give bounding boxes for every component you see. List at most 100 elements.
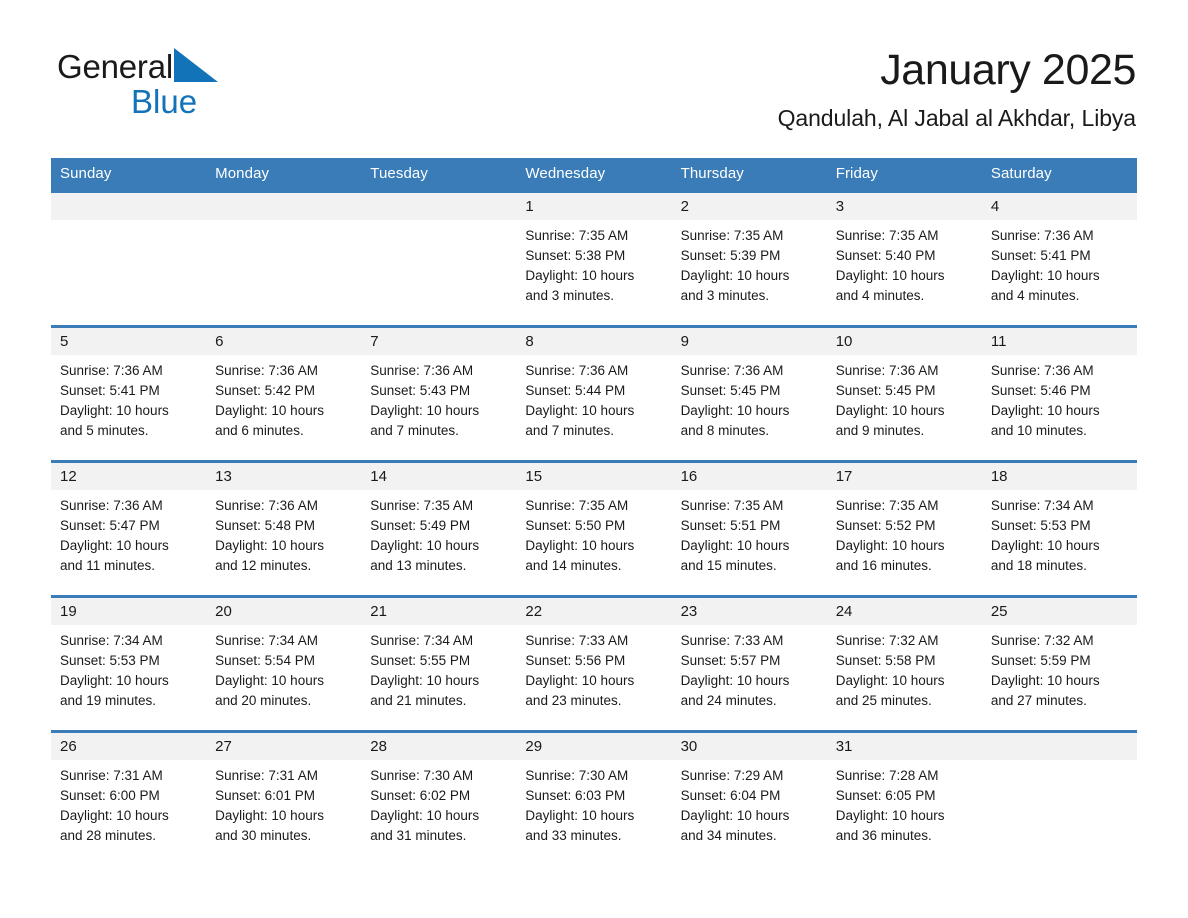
day-number-band: 24 [826, 598, 982, 625]
calendar-day-cell[interactable]: 27 Sunrise: 7:31 AM Sunset: 6:01 PM Dayligh… [206, 730, 362, 865]
calendar-day-cell[interactable]: 16 Sunrise: 7:35 AM Sunset: 5:51 PM Dayligh… [671, 460, 827, 597]
calendar-day-cell[interactable]: 3 Sunrise: 7:35 AM Sunset: 5:40 PM Daylight… [826, 190, 982, 327]
day-number-band: 13 [206, 463, 362, 490]
day-number-band [206, 193, 362, 220]
day-number-band: 20 [206, 598, 362, 625]
daylight-text-line1: Daylight: 10 hours [370, 538, 480, 553]
day-number: 6 [215, 333, 224, 350]
day-number: 31 [835, 738, 853, 755]
day-cell-content: 6 Sunrise: 7:36 AM Sunset: 5:42 PM Daylight… [206, 328, 362, 460]
calendar-day-cell[interactable]: 21 Sunrise: 7:34 AM Sunset: 5:55 PM Dayligh… [361, 595, 517, 732]
day-cell-content: 24 Sunrise: 7:32 AM Sunset: 5:58 PM Dayligh… [826, 598, 982, 730]
calendar-day-cell[interactable]: 17 Sunrise: 7:35 AM Sunset: 5:52 PM Dayligh… [826, 460, 982, 597]
calendar-day-cell[interactable]: 11 Sunrise: 7:36 AM Sunset: 5:46 PM Dayligh… [981, 325, 1137, 462]
daylight-text-line2: and 3 minutes. [680, 288, 770, 303]
day-details: Sunrise: 7:32 AM Sunset: 5:58 PM Daylight:… [827, 625, 982, 711]
calendar-day-cell[interactable]: 9 Sunrise: 7:36 AM Sunset: 5:45 PM Daylight… [671, 325, 827, 462]
daylight-text-line2: and 33 minutes. [525, 828, 622, 843]
calendar-day-cell[interactable]: 30 Sunrise: 7:29 AM Sunset: 6:04 PM Dayligh… [671, 730, 827, 865]
day-details: Sunrise: 7:36 AM Sunset: 5:44 PM Daylight:… [516, 355, 671, 441]
day-cell-content: 4 Sunrise: 7:36 AM Sunset: 5:41 PM Daylight… [981, 193, 1137, 325]
calendar-day-cell[interactable]: 23 Sunrise: 7:33 AM Sunset: 5:57 PM Dayligh… [671, 595, 827, 732]
calendar-day-cell[interactable]: 14 Sunrise: 7:35 AM Sunset: 5:49 PM Dayligh… [361, 460, 517, 597]
calendar-day-cell[interactable]: 28 Sunrise: 7:30 AM Sunset: 6:02 PM Dayligh… [361, 730, 517, 865]
calendar-day-cell-empty [51, 190, 207, 327]
calendar-day-cell[interactable]: 20 Sunrise: 7:34 AM Sunset: 5:54 PM Dayligh… [206, 595, 362, 732]
calendar-day-cell[interactable]: 25 Sunrise: 7:32 AM Sunset: 5:59 PM Dayligh… [981, 595, 1137, 732]
daylight-text-line1: Daylight: 10 hours [990, 673, 1100, 688]
calendar-day-cell[interactable]: 4 Sunrise: 7:36 AM Sunset: 5:41 PM Daylight… [981, 190, 1137, 327]
calendar-day-cell[interactable]: 10 Sunrise: 7:36 AM Sunset: 5:45 PM Dayligh… [826, 325, 982, 462]
daylight-text-line2: and 11 minutes. [60, 558, 156, 573]
daylight-text-line2: and 18 minutes. [990, 558, 1087, 573]
day-number-band: 21 [361, 598, 517, 625]
day-details: Sunrise: 7:34 AM Sunset: 5:53 PM Daylight:… [982, 490, 1137, 576]
day-cell-content: 25 Sunrise: 7:32 AM Sunset: 5:59 PM Dayligh… [981, 598, 1137, 730]
sunrise-text: Sunrise: 7:30 AM [370, 768, 474, 783]
day-number: 5 [60, 333, 69, 350]
day-number-band: 23 [671, 598, 827, 625]
calendar-day-cell[interactable]: 15 Sunrise: 7:35 AM Sunset: 5:50 PM Dayligh… [516, 460, 672, 597]
sunrise-text: Sunrise: 7:33 AM [525, 633, 629, 648]
calendar-day-cell[interactable]: 2 Sunrise: 7:35 AM Sunset: 5:39 PM Daylight… [671, 190, 827, 327]
daylight-text-line2: and 24 minutes. [680, 693, 777, 708]
logo-top-row: General [57, 48, 317, 84]
calendar-day-cell[interactable]: 31 Sunrise: 7:28 AM Sunset: 6:05 PM Dayligh… [826, 730, 982, 865]
calendar-day-cell[interactable]: 13 Sunrise: 7:36 AM Sunset: 5:48 PM Dayligh… [206, 460, 362, 597]
daylight-text-line1: Daylight: 10 hours [835, 403, 945, 418]
day-number-band: 8 [516, 328, 672, 355]
sunrise-text: Sunrise: 7:35 AM [525, 498, 629, 513]
daylight-text-line1: Daylight: 10 hours [370, 403, 480, 418]
day-details: Sunrise: 7:36 AM Sunset: 5:46 PM Daylight:… [982, 355, 1137, 441]
calendar-day-cell[interactable]: 19 Sunrise: 7:34 AM Sunset: 5:53 PM Dayligh… [51, 595, 207, 732]
day-number: 16 [680, 468, 698, 485]
sunset-text: Sunset: 5:47 PM [60, 518, 160, 533]
daylight-text-line1: Daylight: 10 hours [835, 538, 945, 553]
day-number-band: 28 [361, 733, 517, 760]
calendar-day-cell[interactable]: 1 Sunrise: 7:35 AM Sunset: 5:38 PM Daylight… [516, 190, 672, 327]
day-number-band [51, 193, 207, 220]
sunset-text: Sunset: 5:54 PM [215, 653, 315, 668]
sunset-text: Sunset: 6:02 PM [370, 788, 471, 803]
day-number: 11 [990, 333, 1007, 350]
day-details: Sunrise: 7:36 AM Sunset: 5:42 PM Daylight:… [206, 355, 361, 441]
calendar-day-cell[interactable]: 12 Sunrise: 7:36 AM Sunset: 5:47 PM Dayligh… [51, 460, 207, 597]
calendar-day-cell[interactable]: 7 Sunrise: 7:36 AM Sunset: 5:43 PM Daylight… [361, 325, 517, 462]
weekday-header-monday: Monday [206, 158, 362, 192]
day-number: 8 [525, 333, 534, 350]
calendar-day-cell[interactable]: 6 Sunrise: 7:36 AM Sunset: 5:42 PM Daylight… [206, 325, 362, 462]
logo-text-general: General [57, 48, 174, 85]
calendar-day-cell[interactable]: 26 Sunrise: 7:31 AM Sunset: 6:00 PM Dayligh… [51, 730, 207, 865]
day-cell-content: 30 Sunrise: 7:29 AM Sunset: 6:04 PM Dayligh… [671, 733, 827, 865]
daylight-text-line1: Daylight: 10 hours [525, 403, 635, 418]
sunset-text: Sunset: 5:50 PM [525, 518, 626, 533]
calendar-page: General Blue January 2025 Qandulah, Al J… [0, 0, 1188, 918]
sunrise-text: Sunrise: 7:35 AM [680, 228, 784, 243]
day-details: Sunrise: 7:30 AM Sunset: 6:02 PM Daylight:… [361, 760, 516, 846]
calendar-day-cell[interactable]: 18 Sunrise: 7:34 AM Sunset: 5:53 PM Dayligh… [981, 460, 1137, 597]
day-cell-content: 11 Sunrise: 7:36 AM Sunset: 5:46 PM Dayligh… [981, 328, 1137, 460]
day-cell-content: 26 Sunrise: 7:31 AM Sunset: 6:00 PM Dayligh… [51, 733, 207, 865]
day-number: 13 [215, 468, 232, 485]
day-details: Sunrise: 7:36 AM Sunset: 5:41 PM Daylight:… [982, 220, 1137, 306]
calendar-day-cell[interactable]: 22 Sunrise: 7:33 AM Sunset: 5:56 PM Dayligh… [516, 595, 672, 732]
calendar-day-cell[interactable]: 29 Sunrise: 7:30 AM Sunset: 6:03 PM Dayligh… [516, 730, 672, 865]
daylight-text-line2: and 5 minutes. [60, 423, 149, 438]
daylight-text-line1: Daylight: 10 hours [835, 808, 945, 823]
daylight-text-line1: Daylight: 10 hours [215, 808, 324, 823]
day-cell-content [206, 193, 362, 325]
daylight-text-line2: and 7 minutes. [370, 423, 459, 438]
sunrise-text: Sunrise: 7:35 AM [370, 498, 474, 513]
day-number: 17 [835, 468, 853, 485]
calendar-day-cell[interactable]: 5 Sunrise: 7:36 AM Sunset: 5:41 PM Daylight… [51, 325, 207, 462]
logo-triangle-icon [174, 48, 219, 82]
day-number-band: 29 [516, 733, 672, 760]
calendar-day-cell[interactable]: 8 Sunrise: 7:36 AM Sunset: 5:44 PM Daylight… [516, 325, 672, 462]
calendar-day-cell[interactable]: 24 Sunrise: 7:32 AM Sunset: 5:58 PM Dayligh… [826, 595, 982, 732]
sunrise-text: Sunrise: 7:36 AM [990, 228, 1094, 243]
generalblue-logo[interactable]: General Blue [57, 48, 317, 128]
day-number: 26 [60, 738, 77, 755]
day-details: Sunrise: 7:35 AM Sunset: 5:49 PM Daylight:… [361, 490, 516, 576]
daylight-text-line1: Daylight: 10 hours [525, 268, 635, 283]
day-details: Sunrise: 7:34 AM Sunset: 5:54 PM Daylight:… [206, 625, 361, 711]
